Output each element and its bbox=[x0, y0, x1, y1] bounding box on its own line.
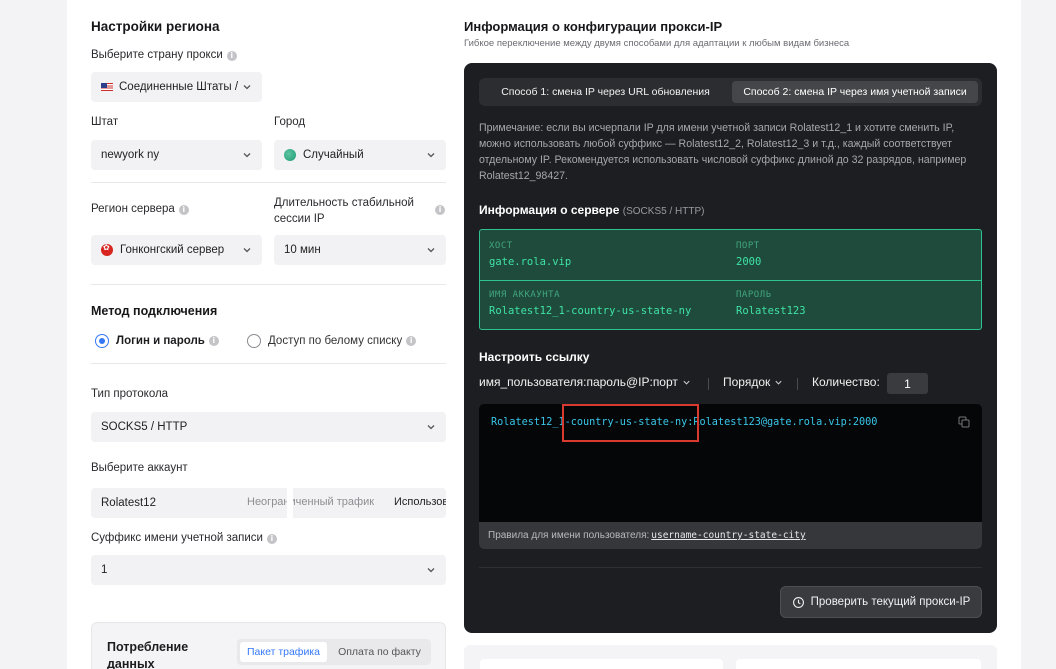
info-icon[interactable]: i bbox=[266, 534, 277, 544]
server-region-label: Регион сервера i bbox=[91, 203, 189, 215]
password-key: ПАРОЛЬ bbox=[736, 290, 772, 300]
port-value[interactable]: 2000 bbox=[736, 256, 761, 268]
account-label: Выберите аккаунт bbox=[91, 462, 188, 474]
radio-whitelist[interactable]: Доступ по белому списку i bbox=[247, 334, 417, 348]
state-label: Штат bbox=[91, 116, 119, 128]
city-select[interactable]: Случайный bbox=[274, 140, 446, 170]
copy-icon[interactable] bbox=[958, 416, 970, 428]
server-region-select[interactable]: Гонконгский сервер bbox=[91, 235, 262, 265]
note-text: Примечание: если вы исчерпали IP для име… bbox=[479, 122, 967, 182]
port-key: ПОРТ bbox=[736, 241, 760, 251]
next-section-block bbox=[480, 659, 723, 669]
server-row-account: ИМЯ АККАУНТА Rolatest12_1-country-us-sta… bbox=[480, 280, 981, 330]
radio-login[interactable]: Логин и пароль i bbox=[95, 334, 219, 348]
account-key: ИМЯ АККАУНТА bbox=[489, 290, 561, 300]
next-section-card bbox=[464, 645, 997, 669]
account-traffic: Неограниченный трафик bbox=[247, 496, 375, 508]
connection-title: Метод подключения bbox=[91, 304, 218, 318]
separator bbox=[708, 378, 709, 390]
region-title: Настройки региона bbox=[91, 19, 220, 34]
info-icon[interactable]: i bbox=[226, 51, 237, 61]
server-info-title: Информация о сервере (SOCKS5 / HTTP) bbox=[479, 203, 705, 217]
quantity-input[interactable]: 1 bbox=[887, 373, 928, 394]
suffix-select[interactable]: 1 bbox=[91, 555, 446, 585]
info-icon[interactable]: i bbox=[178, 205, 189, 215]
divider bbox=[91, 284, 446, 285]
chevron-down-icon bbox=[775, 380, 782, 385]
proxy-info-title: Информация о конфигурации прокси-IP bbox=[464, 19, 723, 34]
proxy-config-panel: Способ 1: смена IP через URL обновления … bbox=[464, 63, 997, 633]
session-duration-select[interactable]: 10 мин bbox=[274, 235, 446, 265]
password-value[interactable]: Rolatest123 bbox=[736, 305, 806, 317]
account-value[interactable]: Rolatest12_1-country-us-state-ny bbox=[489, 305, 691, 317]
username-rules: Правила для имени пользователя: username-… bbox=[479, 522, 982, 549]
info-icon[interactable]: i bbox=[435, 205, 445, 215]
link-config-title: Настроить ссылку bbox=[479, 350, 590, 364]
consumption-title: Потребление данных bbox=[107, 640, 189, 669]
separator bbox=[797, 378, 798, 390]
globe-icon bbox=[284, 149, 296, 161]
proxy-info-subtitle: Гибкое переключение между двумя способам… bbox=[464, 38, 850, 49]
host-key: ХОСТ bbox=[489, 241, 513, 251]
info-icon[interactable]: i bbox=[406, 336, 417, 346]
tab-method-url[interactable]: Способ 1: смена IP через URL обновления bbox=[483, 81, 728, 103]
chevron-down-icon bbox=[427, 568, 435, 573]
account-select[interactable]: Rolatest12 Неограниченный трафик Использ… bbox=[91, 488, 446, 518]
divider bbox=[479, 567, 982, 568]
chevron-down-icon bbox=[243, 85, 251, 90]
chevron-down-icon bbox=[243, 248, 251, 253]
tab-method-account[interactable]: Способ 2: смена IP через имя учетной зап… bbox=[732, 81, 978, 103]
country-select[interactable]: Соединенные Штаты / bbox=[91, 72, 262, 102]
divider bbox=[91, 363, 446, 364]
radio-checked[interactable] bbox=[95, 334, 109, 348]
method-tabs: Способ 1: смена IP через URL обновления … bbox=[479, 78, 982, 106]
protocol-label: Тип протокола bbox=[91, 388, 169, 400]
tab-pay-as-you-go[interactable]: Оплата по факту bbox=[333, 642, 426, 662]
chevron-down-icon bbox=[683, 380, 690, 385]
city-label: Город bbox=[274, 116, 306, 128]
us-flag-icon bbox=[101, 83, 113, 91]
hong-kong-flag-icon bbox=[101, 243, 113, 256]
account-used: Использование bbox=[394, 496, 446, 508]
account-separator bbox=[287, 488, 293, 518]
radio-unchecked[interactable] bbox=[247, 334, 261, 348]
country-label: Выберите страну прокси i bbox=[91, 49, 237, 61]
server-row-host: ХОСТ gate.rola.vip ПОРТ 2000 bbox=[480, 230, 981, 280]
format-dropdown[interactable]: имя_пользователя:пароль@IP:порт bbox=[479, 375, 691, 389]
divider bbox=[91, 182, 446, 183]
host-value[interactable]: gate.rola.vip bbox=[489, 256, 571, 268]
chevron-down-icon bbox=[243, 153, 251, 158]
quantity-label: Количество: bbox=[812, 375, 880, 389]
session-label: Длительность стабильной сессии IP bbox=[274, 197, 414, 225]
consumption-tabs: Пакет трафика Оплата по факту bbox=[237, 639, 431, 665]
chevron-down-icon bbox=[427, 248, 435, 253]
tab-traffic-package[interactable]: Пакет трафика bbox=[240, 642, 327, 662]
highlight-box bbox=[562, 404, 699, 442]
chevron-down-icon bbox=[427, 425, 435, 430]
chevron-down-icon bbox=[427, 153, 435, 158]
suffix-label: Суффикс имени учетной записи i bbox=[91, 532, 277, 544]
next-section-block bbox=[736, 659, 981, 669]
state-select[interactable]: newyork ny bbox=[91, 140, 262, 170]
check-proxy-button[interactable]: Проверить текущий прокси-IP bbox=[780, 586, 982, 618]
refresh-clock-icon bbox=[792, 596, 804, 608]
protocol-select[interactable]: SOCKS5 / HTTP bbox=[91, 412, 446, 442]
info-icon[interactable]: i bbox=[208, 336, 219, 346]
consumption-panel: Потребление данных Пакет трафика Оплата … bbox=[91, 622, 446, 669]
order-dropdown[interactable]: Порядок bbox=[723, 375, 783, 389]
server-info-box: ХОСТ gate.rola.vip ПОРТ 2000 ИМЯ АККАУНТ… bbox=[479, 229, 982, 330]
